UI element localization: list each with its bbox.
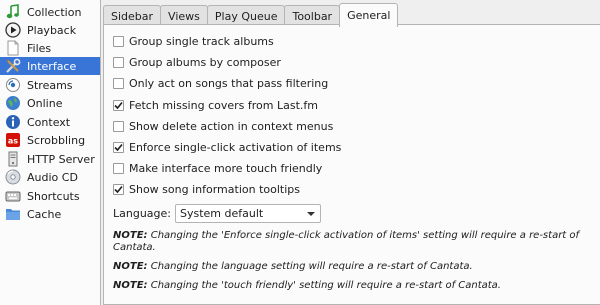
sidebar-item-streams[interactable]: Streams xyxy=(0,76,100,94)
language-label: Language: xyxy=(113,206,171,220)
tab-views[interactable]: Views xyxy=(160,5,208,26)
note-prefix: NOTE: xyxy=(113,280,148,291)
option-show-delete-action[interactable]: Show delete action in context menus xyxy=(113,118,333,134)
sidebar-item-http-server[interactable]: HTTP Server xyxy=(0,150,100,168)
note-text: Changing the 'Enforce single-click activ… xyxy=(113,230,580,253)
note-prefix: NOTE: xyxy=(113,230,148,241)
language-row: Language: System default xyxy=(113,203,321,223)
option-fetch-missing-covers[interactable]: Fetch missing covers from Last.fm xyxy=(113,97,318,113)
option-only-act-on-filtered-songs[interactable]: Only act on songs that pass filtering xyxy=(113,75,328,91)
checkbox-checked[interactable] xyxy=(113,99,124,111)
sidebar-item-label: Online xyxy=(27,96,63,110)
note-language: NOTE: Changing the language setting will… xyxy=(113,261,597,273)
checkbox[interactable] xyxy=(113,35,124,47)
lastfm-icon: as xyxy=(2,131,24,149)
settings-main: Sidebar Views Play Queue Toolbar General… xyxy=(103,0,600,305)
preferences-sidebar: Collection Playback Files Interface Stre… xyxy=(0,0,101,305)
sidebar-item-label: Cache xyxy=(27,207,62,221)
note-text: Changing the 'touch friendly' setting wi… xyxy=(147,280,501,291)
sidebar-item-label: Collection xyxy=(27,5,82,19)
option-label: Fetch missing covers from Last.fm xyxy=(129,98,318,112)
tab-sidebar[interactable]: Sidebar xyxy=(103,5,162,26)
option-touch-friendly[interactable]: Make interface more touch friendly xyxy=(113,160,322,176)
note-touch-friendly: NOTE: Changing the 'touch friendly' sett… xyxy=(113,280,597,292)
checkbox[interactable] xyxy=(113,162,124,174)
option-label: Group single track albums xyxy=(129,34,274,48)
file-icon xyxy=(2,39,24,57)
sidebar-item-label: Interface xyxy=(27,59,77,73)
option-song-info-tooltips[interactable]: Show song information tooltips xyxy=(113,181,300,197)
check-icon xyxy=(114,101,123,109)
sidebar-item-audio-cd[interactable]: Audio CD xyxy=(0,168,100,186)
note-single-click: NOTE: Changing the 'Enforce single-click… xyxy=(113,230,597,254)
sidebar-item-label: HTTP Server xyxy=(27,152,95,166)
checkbox[interactable] xyxy=(113,120,124,132)
option-label: Make interface more touch friendly xyxy=(129,161,323,175)
language-select[interactable]: System default xyxy=(175,203,321,223)
note-prefix: NOTE: xyxy=(113,261,148,272)
globe-icon xyxy=(2,94,24,112)
option-group-albums-by-composer[interactable]: Group albums by composer xyxy=(113,54,281,70)
sidebar-item-collection[interactable]: Collection xyxy=(0,3,100,21)
sidebar-item-online[interactable]: Online xyxy=(0,94,100,112)
stream-icon xyxy=(2,76,24,94)
option-label: Show song information tooltips xyxy=(129,182,300,196)
tab-bar: Sidebar Views Play Queue Toolbar General xyxy=(103,3,399,27)
check-icon xyxy=(114,143,123,151)
music-note-icon xyxy=(2,3,24,21)
preferences-window: Collection Playback Files Interface Stre… xyxy=(0,0,600,305)
folder-icon xyxy=(2,205,24,223)
sidebar-item-label: Audio CD xyxy=(27,170,78,184)
note-text: Changing the language setting will requi… xyxy=(147,261,473,272)
option-group-single-track-albums[interactable]: Group single track albums xyxy=(113,33,274,49)
cd-icon xyxy=(2,168,24,186)
sidebar-item-label: Streams xyxy=(27,78,73,92)
option-label: Group albums by composer xyxy=(129,55,281,69)
sidebar-item-label: Scrobbling xyxy=(27,133,86,147)
checkbox[interactable] xyxy=(113,77,124,89)
info-icon xyxy=(2,113,24,131)
option-label: Enforce single-click activation of items xyxy=(129,140,342,154)
check-icon xyxy=(114,185,123,193)
checkbox-checked[interactable] xyxy=(113,141,124,153)
sidebar-item-playback[interactable]: Playback xyxy=(0,21,100,39)
checkbox[interactable] xyxy=(113,56,124,68)
checkbox-checked[interactable] xyxy=(113,183,124,195)
tab-play-queue[interactable]: Play Queue xyxy=(206,5,286,26)
sidebar-item-label: Context xyxy=(27,115,71,129)
sidebar-item-label: Files xyxy=(27,41,52,55)
interface-tools-icon xyxy=(2,57,24,75)
tab-toolbar[interactable]: Toolbar xyxy=(284,5,341,26)
option-label: Show delete action in context menus xyxy=(129,119,334,133)
sidebar-item-files[interactable]: Files xyxy=(0,39,100,57)
svg-text:as: as xyxy=(8,137,18,146)
option-label: Only act on songs that pass filtering xyxy=(129,76,329,90)
sidebar-item-interface[interactable]: Interface xyxy=(0,57,100,75)
sidebar-item-scrobbling[interactable]: as Scrobbling xyxy=(0,131,100,149)
server-icon xyxy=(2,150,24,168)
language-select-value: System default xyxy=(180,206,264,220)
general-settings-panel: Group single track albums Group albums b… xyxy=(103,24,600,305)
option-enforce-single-click[interactable]: Enforce single-click activation of items xyxy=(113,139,341,155)
tab-general[interactable]: General xyxy=(339,3,399,27)
play-icon xyxy=(2,21,24,39)
sidebar-item-context[interactable]: Context xyxy=(0,113,100,131)
sidebar-item-label: Shortcuts xyxy=(27,189,80,203)
keyboard-icon xyxy=(2,187,24,205)
sidebar-item-shortcuts[interactable]: Shortcuts xyxy=(0,187,100,205)
sidebar-item-label: Playback xyxy=(27,23,77,37)
chevron-down-icon xyxy=(307,211,315,216)
sidebar-item-cache[interactable]: Cache xyxy=(0,205,100,223)
